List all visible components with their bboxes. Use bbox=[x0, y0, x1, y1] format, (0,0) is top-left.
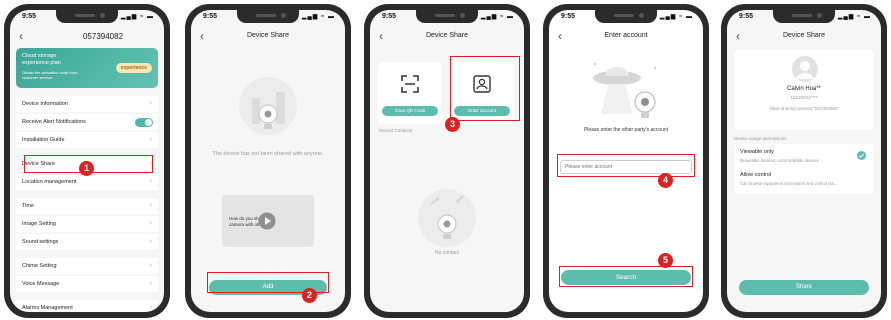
menu-item-time[interactable]: Time › bbox=[16, 198, 158, 214]
status-icons: ▂▄▆ ≈ ▬ bbox=[837, 14, 871, 20]
banner-subtitle: Obtain the activation code from customer… bbox=[22, 70, 78, 80]
phone-notch bbox=[595, 10, 657, 23]
avatar bbox=[792, 56, 818, 82]
option-description: Can browse equipment information and con… bbox=[740, 181, 838, 186]
phone-notch bbox=[416, 10, 478, 23]
status-icons: ▂▄▆ ≈ ▬ bbox=[301, 14, 335, 20]
phone-frame-settings: 9:55 ▂▄▆ ≈ ▬ ‹ 057394082 Cloud storage e… bbox=[4, 4, 170, 318]
recent-contacts-label: Recent Contacts bbox=[379, 128, 413, 133]
status-time: 9:55 bbox=[203, 13, 218, 20]
empty-share-illustration-icon bbox=[239, 77, 297, 135]
permissions-heading: Device usage permissions bbox=[734, 136, 787, 141]
status-time: 9:55 bbox=[382, 13, 397, 20]
menu-item-voice-message[interactable]: Voice Message › bbox=[16, 276, 158, 292]
menu-item-receive-alert[interactable]: Receive Alert Notifications bbox=[16, 114, 158, 130]
ufo-illustration-icon bbox=[593, 62, 657, 118]
menu-item-alarms-management[interactable]: Alarms Management › bbox=[16, 300, 158, 312]
experience-button[interactable]: experience bbox=[115, 63, 152, 73]
chevron-right-icon: › bbox=[149, 136, 152, 143]
option-title: Viewable only bbox=[740, 149, 774, 155]
option-allow-control[interactable]: Allow control Can browse equipment infor… bbox=[740, 172, 874, 192]
play-icon[interactable] bbox=[258, 212, 276, 230]
page-title: 057394082 bbox=[82, 32, 124, 41]
chevron-right-icon: › bbox=[149, 220, 152, 227]
step-badge-4: 4 bbox=[658, 173, 673, 188]
phone-frame-device-share-empty: 9:55 ▂▄▆ ≈ ▬ ‹ Device Share The device h… bbox=[185, 4, 351, 318]
phone-notch bbox=[773, 10, 835, 23]
chevron-right-icon: › bbox=[149, 262, 152, 269]
no-contact-text: No contact bbox=[435, 250, 459, 256]
share-button[interactable]: Share bbox=[739, 280, 869, 295]
step-badge-1: 1 bbox=[79, 161, 94, 176]
menu-item-label: Chime Setting bbox=[22, 263, 57, 269]
menu-item-label: Device Information bbox=[22, 101, 68, 107]
highlight-account-input bbox=[557, 154, 695, 177]
phone-frame-share-permissions: 9:55 ▂▄▆ ≈ ▬ ‹ Device Share Calvin Hua**… bbox=[721, 4, 887, 318]
status-icons: ▂▄▆ ≈ ▬ bbox=[480, 14, 514, 20]
page-title: Device Share bbox=[425, 32, 469, 39]
user-card: Calvin Hua** 15820001**** Allow sharing … bbox=[734, 50, 874, 130]
chevron-right-icon: › bbox=[149, 304, 152, 311]
menu-item-chime-setting[interactable]: Chime Setting › bbox=[16, 258, 158, 274]
highlight-search bbox=[559, 266, 693, 287]
back-icon[interactable]: ‹ bbox=[19, 30, 23, 42]
phone-frame-share-method: 9:55 ▂▄▆ ≈ ▬ ‹ Device Share Scan QR Code… bbox=[364, 4, 530, 318]
menu-item-label: Image Setting bbox=[22, 221, 56, 227]
status-icons: ▂▄▆ ≈ ▬ bbox=[120, 14, 154, 20]
phone-notch bbox=[56, 10, 118, 23]
phone-notch bbox=[237, 10, 299, 23]
tutorial-strip: 9:55 ▂▄▆ ≈ ▬ ‹ 057394082 Cloud storage e… bbox=[0, 0, 891, 320]
status-time: 9:55 bbox=[22, 13, 37, 20]
menu-item-label: Installation Guide bbox=[22, 137, 65, 143]
chevron-right-icon: › bbox=[149, 100, 152, 107]
menu-item-label: Receive Alert Notifications bbox=[22, 119, 86, 125]
menu-item-label: Location management bbox=[22, 179, 77, 185]
chevron-right-icon: › bbox=[149, 178, 152, 185]
step-badge-2: 2 bbox=[302, 288, 317, 303]
menu-item-label: Sound settings bbox=[22, 239, 59, 245]
alert-toggle[interactable] bbox=[135, 118, 153, 127]
cloud-storage-banner[interactable]: Cloud storage experience plan Obtain the… bbox=[16, 48, 158, 88]
scan-qr-icon bbox=[401, 75, 419, 93]
option-viewable-only[interactable]: Viewable only Browsable devices, uncontr… bbox=[740, 149, 874, 169]
step-badge-3: 3 bbox=[445, 117, 460, 132]
permissions-card: Viewable only Browsable devices, uncontr… bbox=[734, 144, 874, 194]
highlight-enter-account bbox=[450, 56, 520, 121]
user-name: Calvin Hua** bbox=[786, 86, 822, 92]
status-time: 9:55 bbox=[561, 13, 576, 20]
scan-qr-button[interactable]: Scan QR Code bbox=[382, 106, 438, 116]
page-title: Enter account bbox=[604, 32, 648, 39]
menu-item-device-information[interactable]: Device Information › bbox=[16, 96, 158, 112]
page-title: Device Share bbox=[782, 32, 826, 39]
option-title: Allow control bbox=[740, 172, 772, 178]
status-icons: ▂▄▆ ≈ ▬ bbox=[659, 14, 693, 20]
account-prompt: Please enter the other party's account bbox=[583, 127, 669, 133]
menu-item-installation-guide[interactable]: Installation Guide › bbox=[16, 132, 158, 148]
menu-item-label: Alarms Management bbox=[22, 305, 73, 311]
option-description: Browsable devices, uncontrollable device… bbox=[740, 158, 819, 163]
scan-qr-card[interactable]: Scan QR Code bbox=[378, 62, 442, 124]
device-share-empty-screen: 9:55 ▂▄▆ ≈ ▬ ‹ Device Share The device h… bbox=[191, 10, 345, 312]
no-contact-illustration-icon bbox=[418, 189, 476, 247]
tutorial-video-card[interactable]: How do you share your camera with others… bbox=[222, 195, 314, 247]
menu-item-sound-settings[interactable]: Sound settings › bbox=[16, 234, 158, 250]
menu-item-label: Voice Message bbox=[22, 281, 60, 287]
status-time: 9:55 bbox=[739, 13, 754, 20]
menu-item-image-setting[interactable]: Image Setting › bbox=[16, 216, 158, 232]
user-phone: 15820001**** bbox=[790, 95, 818, 100]
chevron-right-icon: › bbox=[149, 202, 152, 209]
menu-item-location-management[interactable]: Location management › bbox=[16, 174, 158, 190]
sharing-note: Allow sharing camera "057394082" bbox=[769, 106, 839, 111]
chevron-right-icon: › bbox=[149, 238, 152, 245]
phone-frame-enter-account: 9:55 ▂▄▆ ≈ ▬ ‹ Enter account Please ente… bbox=[543, 4, 709, 318]
chevron-right-icon: › bbox=[149, 280, 152, 287]
page-title: Device Share bbox=[246, 32, 290, 39]
check-circle-icon bbox=[857, 151, 866, 160]
step-badge-5: 5 bbox=[658, 253, 673, 268]
menu-item-label: Time bbox=[22, 203, 35, 209]
empty-state-text: The device has not been shared with anyo… bbox=[212, 151, 324, 157]
share-permissions-screen: 9:55 ▂▄▆ ≈ ▬ ‹ Device Share Calvin Hua**… bbox=[727, 10, 881, 312]
